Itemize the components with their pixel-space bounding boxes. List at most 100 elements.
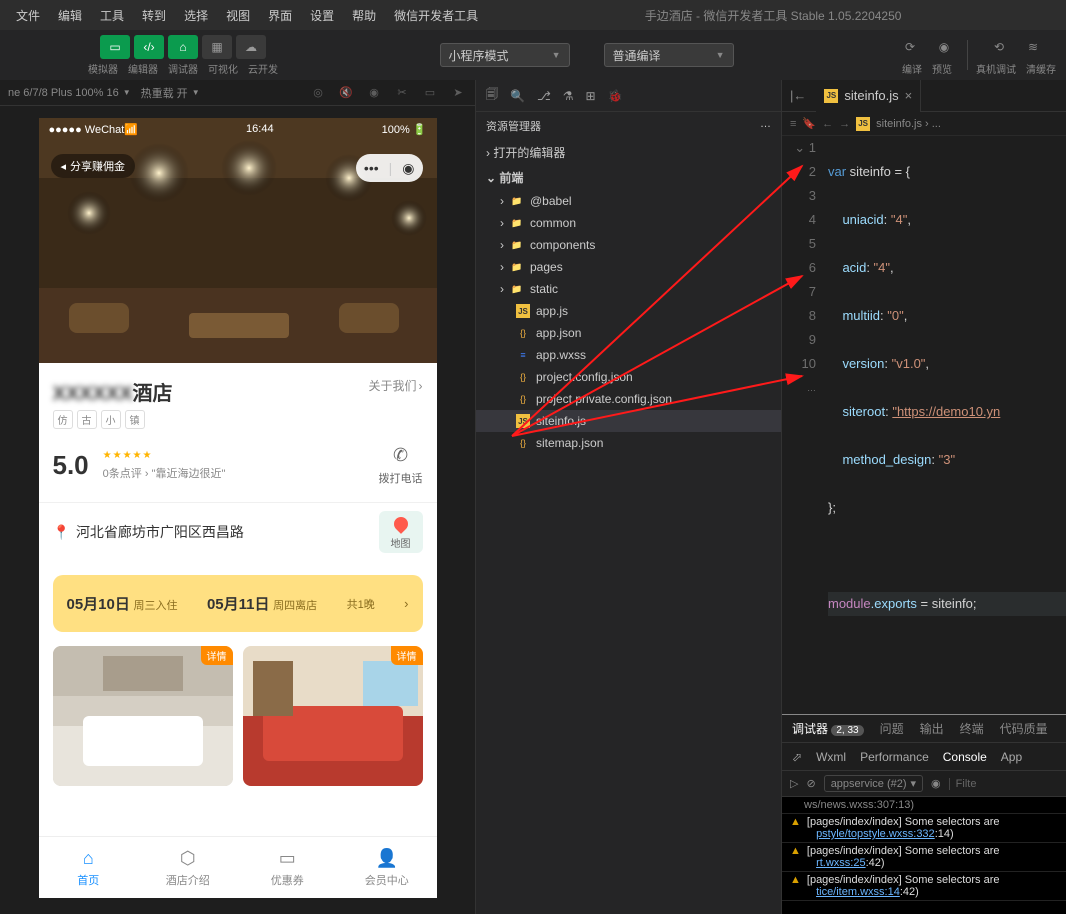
code-editor[interactable]: ⌄ 12345678910… var siteinfo = { uniacid:… <box>782 136 1066 714</box>
room-card[interactable]: 详情 <box>243 646 423 786</box>
breadcrumb[interactable]: ≡ 🔖 ← → JS siteinfo.js › ... <box>782 112 1066 136</box>
output-tab[interactable]: 输出 <box>920 720 944 737</box>
map-button[interactable]: 地图 <box>379 511 423 553</box>
collapse-icon[interactable]: |← <box>790 88 806 103</box>
location-row[interactable]: 📍 河北省廊坊市广阳区西昌路 地图 <box>39 503 437 561</box>
chevron-right-icon[interactable]: ➤ <box>449 84 467 102</box>
visual-button[interactable]: ▦ <box>202 35 232 59</box>
cut-icon[interactable]: ✂ <box>393 84 411 102</box>
tab-member[interactable]: 👤会员中心 <box>337 837 437 898</box>
search-icon[interactable]: 🔍 <box>510 89 525 103</box>
perf-tab[interactable]: Performance <box>860 750 929 764</box>
menu-file[interactable]: 文件 <box>8 3 48 28</box>
menu-tool[interactable]: 工具 <box>92 3 132 28</box>
console-tab[interactable]: Console <box>943 750 987 764</box>
file-app-json[interactable]: {}app.json <box>476 322 781 344</box>
eye-icon[interactable]: ◉ <box>929 35 959 59</box>
cloud-button[interactable]: ☁ <box>236 35 266 59</box>
console-link[interactable]: rt.wxss:25 <box>816 857 866 869</box>
bookmark-icon[interactable]: 🔖 <box>802 117 816 130</box>
folder-static[interactable]: ›📁static <box>476 278 781 300</box>
console-link[interactable]: tice/item.wxss:14 <box>816 886 900 898</box>
quality-tab[interactable]: 代码质量 <box>1000 720 1048 737</box>
room-badge[interactable]: 详情 <box>201 646 233 665</box>
debugger-tab[interactable]: 调试器 2, 33 <box>792 720 864 737</box>
editor-button[interactable]: ‹/› <box>134 35 164 59</box>
context-dropdown[interactable]: appservice (#2) ▾ <box>824 775 923 792</box>
branch-icon[interactable]: ⎇ <box>537 89 551 103</box>
wxml-tab[interactable]: Wxml <box>816 750 846 764</box>
hero-image: ◂ 分享赚佣金 ••• | ◉ <box>39 118 437 363</box>
files-icon[interactable]: 🗐 <box>486 85 498 106</box>
warning-icon: ▲ <box>790 845 801 869</box>
ban-icon[interactable]: ⊘ <box>806 777 815 790</box>
mode-dropdown[interactable]: 小程序模式▼ <box>440 43 570 67</box>
close-icon[interactable]: × <box>905 88 913 103</box>
project-root[interactable]: ⌄ 前端 <box>476 165 781 190</box>
mute-icon[interactable]: 🔇 <box>337 84 355 102</box>
code-lines[interactable]: var siteinfo = { uniacid: "4", acid: "4"… <box>828 136 1066 714</box>
menu-ui[interactable]: 界面 <box>260 3 300 28</box>
folder-common[interactable]: ›📁common <box>476 212 781 234</box>
list-icon[interactable]: ≡ <box>790 118 796 130</box>
call-button[interactable]: ✆ 拨打电话 <box>379 445 423 486</box>
simulator-button[interactable]: ▭ <box>100 35 130 59</box>
tab-hotel[interactable]: ⬡酒店介绍 <box>138 837 238 898</box>
file-sitemap[interactable]: {}sitemap.json <box>476 432 781 454</box>
rating-row[interactable]: 5.0 ★★★★★ 0条点评 › "靠近海边很近" ✆ 拨打电话 <box>39 441 437 503</box>
carrier-label: ●●●●● WeChat📶 <box>49 123 139 136</box>
record-icon[interactable]: ◉ <box>365 84 383 102</box>
device-info[interactable]: ne 6/7/8 Plus 100% 16▼ <box>8 87 131 99</box>
menu-select[interactable]: 选择 <box>176 3 216 28</box>
file-siteinfo[interactable]: JSsiteinfo.js <box>476 410 781 432</box>
editor-tab[interactable]: JS siteinfo.js × <box>816 80 921 112</box>
beaker-icon[interactable]: ⚗ <box>563 89 574 103</box>
extensions-icon[interactable]: ⊞ <box>586 89 596 103</box>
menu-edit[interactable]: 编辑 <box>50 3 90 28</box>
debugger-button[interactable]: ⌂ <box>168 35 198 59</box>
file-project-config[interactable]: {}project.config.json <box>476 366 781 388</box>
console-output[interactable]: ws/news.wxss:307:13) ▲[pages/index/index… <box>782 797 1066 914</box>
compile-dropdown[interactable]: 普通编译▼ <box>604 43 734 67</box>
hotreload-toggle[interactable]: 热重载 开▼ <box>141 85 200 101</box>
date-picker[interactable]: 05月10日 周三入住 05月11日 周四离店 共1晚 › <box>53 575 423 632</box>
menu-settings[interactable]: 设置 <box>302 3 342 28</box>
back-icon[interactable]: ← <box>822 118 833 130</box>
split-icon[interactable]: ▭ <box>421 84 439 102</box>
menu-goto[interactable]: 转到 <box>134 3 174 28</box>
folder-pages[interactable]: ›📁pages <box>476 256 781 278</box>
eye-icon[interactable]: ◉ <box>931 777 941 790</box>
menu-view[interactable]: 视图 <box>218 3 258 28</box>
file-project-private[interactable]: {}project.private.config.json <box>476 388 781 410</box>
app-tab[interactable]: App <box>1001 750 1022 764</box>
share-pill[interactable]: ◂ 分享赚佣金 <box>51 154 136 178</box>
file-app-wxss[interactable]: ≡app.wxss <box>476 344 781 366</box>
folder-babel[interactable]: ›📁@babel <box>476 190 781 212</box>
terminal-tab[interactable]: 终端 <box>960 720 984 737</box>
folder-components[interactable]: ›📁components <box>476 234 781 256</box>
target-icon[interactable]: ◎ <box>309 84 327 102</box>
room-card[interactable]: 详情 <box>53 646 233 786</box>
more-icon[interactable]: ••• <box>364 160 379 176</box>
plug-icon[interactable]: 🐞 <box>608 89 623 103</box>
open-editors-section[interactable]: › 打开的编辑器 <box>476 140 781 165</box>
menu-devtools[interactable]: 微信开发者工具 <box>386 3 486 28</box>
tab-home[interactable]: ⌂首页 <box>39 837 139 898</box>
problems-tab[interactable]: 问题 <box>880 720 904 737</box>
close-capsule-icon[interactable]: ◉ <box>402 160 414 177</box>
capsule-menu[interactable]: ••• | ◉ <box>356 154 423 182</box>
about-link[interactable]: 关于我们 › <box>368 377 422 394</box>
forward-icon[interactable]: → <box>839 118 850 130</box>
refresh-icon[interactable]: ⟳ <box>895 35 925 59</box>
clearcache-icon[interactable]: ≋ <box>1018 35 1048 59</box>
filter-input[interactable]: Filte <box>949 778 1058 790</box>
inspect-icon[interactable]: ⬀ <box>792 750 802 764</box>
console-link[interactable]: pstyle/topstyle.wxss:332 <box>816 828 935 840</box>
realdebug-icon[interactable]: ⟲ <box>984 35 1014 59</box>
room-badge[interactable]: 详情 <box>391 646 423 665</box>
file-app-js[interactable]: JSapp.js <box>476 300 781 322</box>
tab-coupon[interactable]: ▭优惠券 <box>238 837 338 898</box>
play-icon[interactable]: ▷ <box>790 777 798 790</box>
more-icon[interactable]: … <box>760 118 771 134</box>
menu-help[interactable]: 帮助 <box>344 3 384 28</box>
